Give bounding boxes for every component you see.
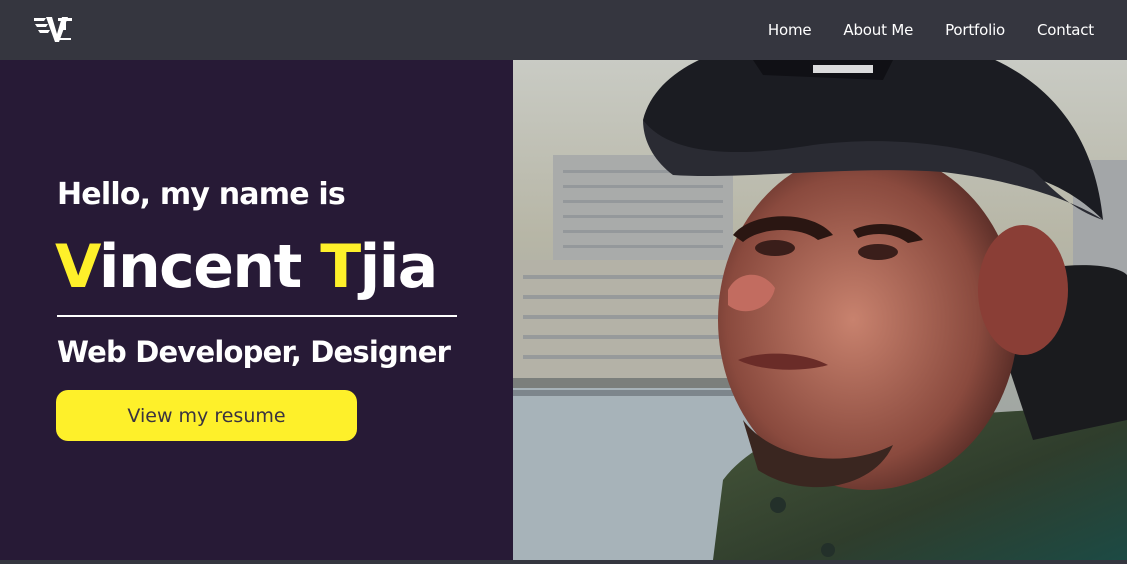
hero-divider xyxy=(57,315,457,317)
bottom-strip xyxy=(0,560,1127,564)
hero-greeting: Hello, my name is xyxy=(57,177,346,212)
profile-photo xyxy=(513,60,1127,560)
nav-link-portfolio[interactable]: Portfolio xyxy=(945,21,1005,39)
name-first-rest: incent xyxy=(98,232,302,302)
nav-link-home[interactable]: Home xyxy=(768,21,812,39)
name-last-rest: jia xyxy=(359,232,439,302)
logo[interactable] xyxy=(32,14,74,44)
hero-intro: Hello, my name is Vincent Tjia Web Devel… xyxy=(0,60,513,560)
profile-photo-image xyxy=(513,60,1127,560)
vt-monogram-logo-icon xyxy=(34,17,72,42)
navbar: Home About Me Portfolio Contact xyxy=(0,0,1127,60)
nav-link-about-me[interactable]: About Me xyxy=(843,21,913,39)
nav-link-contact[interactable]: Contact xyxy=(1037,21,1094,39)
hero-name: Vincent Tjia xyxy=(55,231,439,303)
name-last-initial: T xyxy=(320,232,361,302)
view-resume-button[interactable]: View my resume xyxy=(56,390,357,441)
hero-role: Web Developer, Designer xyxy=(57,335,451,369)
name-first-initial: V xyxy=(55,232,100,302)
nav-menu: Home About Me Portfolio Contact xyxy=(768,0,1094,60)
